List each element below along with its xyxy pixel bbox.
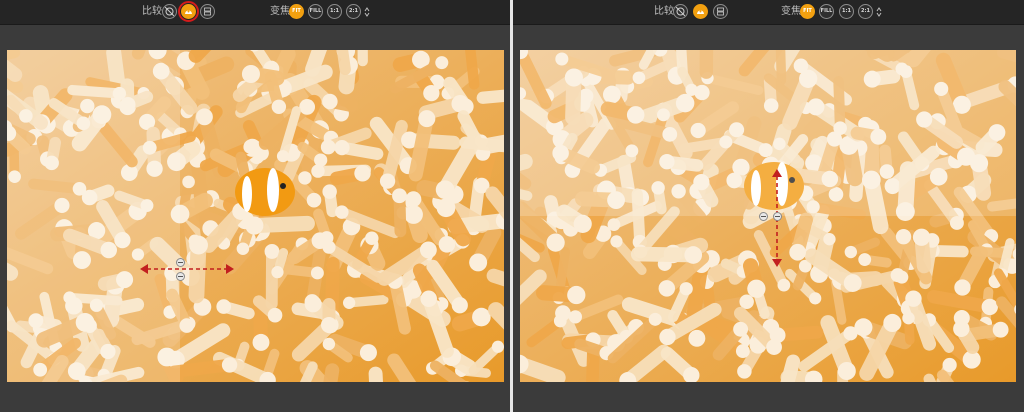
zoom-fill-button[interactable]: FILL bbox=[819, 4, 834, 19]
zoom-fit-button[interactable]: FIT bbox=[289, 4, 304, 19]
side-by-side-icon[interactable] bbox=[200, 4, 215, 19]
zoom-label: 变焦 bbox=[270, 6, 290, 17]
compare-label: 比较 bbox=[654, 6, 674, 17]
right-editor-panel: 比较 变焦 FIT FILL 1:1 2:1 bbox=[513, 0, 1024, 412]
chevron-up-down-icon[interactable] bbox=[876, 6, 882, 18]
split-handle[interactable] bbox=[759, 212, 768, 221]
left-editor-panel: 比较 变焦 FIT FILL 1:1 2:1 bbox=[0, 0, 510, 412]
zoom-2-1-button[interactable]: 2:1 bbox=[858, 4, 873, 19]
split-handle-secondary[interactable] bbox=[176, 272, 185, 281]
split-handle[interactable] bbox=[176, 258, 185, 267]
split-view-icon[interactable] bbox=[162, 4, 177, 19]
zoom-2-1-button[interactable]: 2:1 bbox=[346, 4, 361, 19]
compare-label: 比较 bbox=[142, 6, 162, 17]
anemone-photo-split-horizontal bbox=[520, 50, 1016, 382]
side-by-side-icon[interactable] bbox=[713, 4, 728, 19]
chevron-up-down-icon[interactable] bbox=[364, 6, 370, 18]
zoom-1-1-button[interactable]: 1:1 bbox=[839, 4, 854, 19]
photo-compare-right[interactable] bbox=[520, 50, 1016, 382]
zoom-fill-button[interactable]: FILL bbox=[308, 4, 323, 19]
zoom-1-1-button[interactable]: 1:1 bbox=[327, 4, 342, 19]
zoom-label: 变焦 bbox=[781, 6, 801, 17]
split-handle-secondary[interactable] bbox=[773, 212, 782, 221]
zoom-fit-button[interactable]: FIT bbox=[800, 4, 815, 19]
anemone-photo-split-vertical bbox=[7, 50, 504, 382]
compare-mode-highlight bbox=[178, 1, 199, 22]
before-after-icon[interactable] bbox=[693, 4, 708, 19]
horizontal-drag-arrow-icon bbox=[140, 264, 234, 274]
split-view-icon[interactable] bbox=[673, 4, 688, 19]
toolbar-right: 比较 变焦 FIT FILL 1:1 2:1 bbox=[513, 0, 1024, 25]
photo-compare-left[interactable] bbox=[7, 50, 504, 382]
toolbar-left: 比较 变焦 FIT FILL 1:1 2:1 bbox=[0, 0, 510, 25]
